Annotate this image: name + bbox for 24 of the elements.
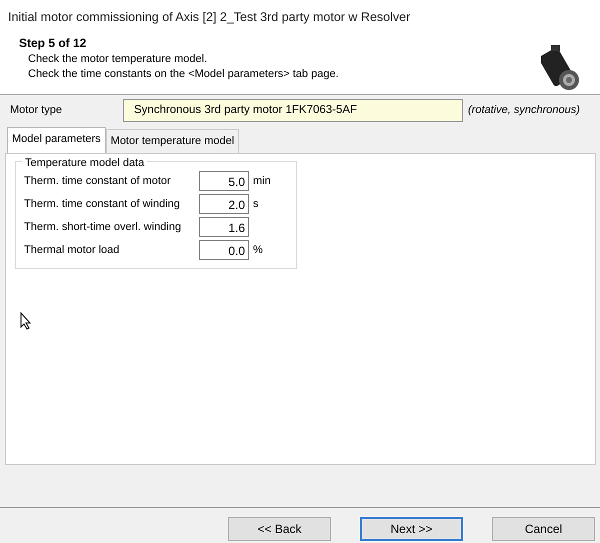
field-label: Therm. time constant of motor xyxy=(24,174,172,189)
motor-type-label: Motor type xyxy=(10,103,63,118)
tab[interactable]: Model parameters xyxy=(7,127,106,153)
wizard-button[interactable]: Next >> xyxy=(360,516,463,541)
window-title: Initial motor commissioning of Axis [2] 2_Test 3rd party motor w Resolver xyxy=(0,0,600,32)
wizard-button[interactable]: Cancel xyxy=(492,516,595,541)
motor-type-field: Synchronous 3rd party motor 1FK7063-5AF xyxy=(123,99,463,122)
instruction-text: Check the motor temperature model. xyxy=(27,52,208,67)
field-label: Therm. short-time overl. winding xyxy=(24,220,182,235)
instruction-text: Check the time constants on the <Model parameters> tab page. xyxy=(27,67,339,82)
value-field[interactable]: 1.6 xyxy=(199,217,249,238)
value-field[interactable]: 2.0 xyxy=(199,194,249,214)
unit-label: % xyxy=(253,243,263,258)
motor-type-note: (rotative, synchronous) xyxy=(468,103,580,118)
wizard-button[interactable]: << Back xyxy=(228,516,331,541)
field-label: Thermal motor load xyxy=(24,243,120,258)
cursor-icon xyxy=(20,312,32,330)
step-heading: Step 5 of 12 xyxy=(19,35,88,52)
field-label: Therm. time constant of winding xyxy=(24,197,181,212)
value-field[interactable]: 0.0 xyxy=(199,240,249,260)
value-field[interactable]: 5.0 xyxy=(199,171,249,192)
unit-label: min xyxy=(253,174,271,189)
unit-label: s xyxy=(253,197,258,212)
tab[interactable]: Motor temperature model xyxy=(106,129,240,153)
